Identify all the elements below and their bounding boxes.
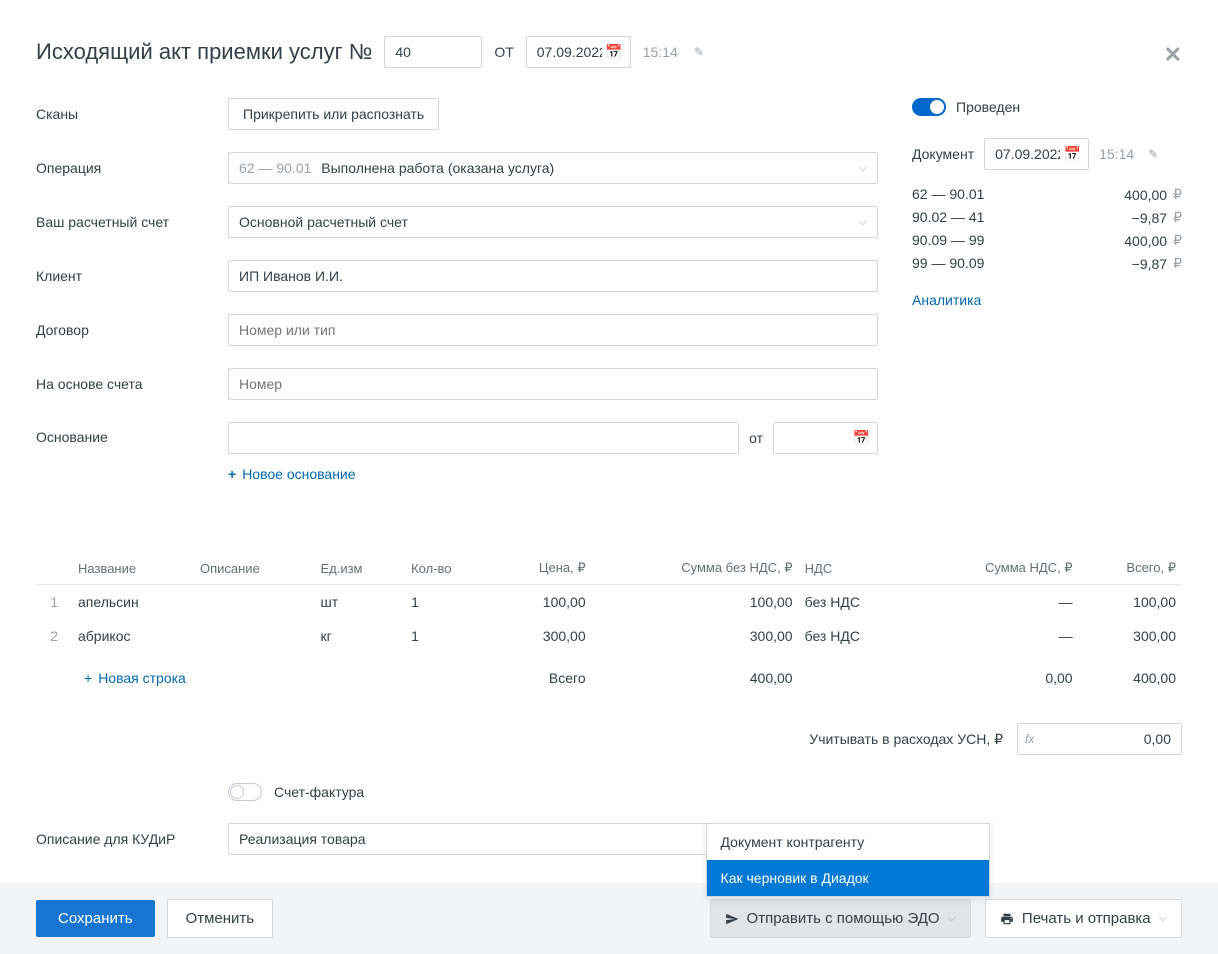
new-row-link[interactable]: + Новая строка — [78, 662, 192, 694]
side-doc-date-input[interactable] — [984, 138, 1089, 170]
chevron-down-icon: ⌵ — [948, 912, 956, 925]
client-label: Клиент — [36, 268, 228, 284]
chevron-down-icon: ⌵ — [859, 216, 867, 229]
ruble-icon: ₽ — [1173, 255, 1182, 272]
contract-label: Договор — [36, 322, 228, 338]
col-qty: Кол-во — [405, 552, 493, 585]
col-vat-sum: Сумма НДС, ₽ — [912, 552, 1079, 585]
operation-text: Выполнена работа (оказана услуга) — [321, 160, 554, 176]
send-edo-menu: Документ контрагенту Как черновик в Диад… — [706, 823, 990, 897]
cancel-button[interactable]: Отменить — [167, 899, 274, 938]
totals-vat-sum: 0,00 — [912, 653, 1079, 703]
col-name: Название — [72, 552, 194, 585]
from-label: ОТ — [494, 44, 513, 60]
col-sum-wo-vat: Сумма без НДС, ₽ — [592, 552, 799, 585]
page-header: Исходящий акт приемки услуг № ОТ 📅 15:14… — [36, 36, 1182, 68]
account-value: Основной расчетный счет — [239, 214, 859, 230]
client-input[interactable] — [228, 260, 878, 292]
sf-label: Счет-фактура — [274, 784, 364, 800]
menu-item-counterparty[interactable]: Документ контрагенту — [707, 824, 989, 860]
footer-bar: Сохранить Отменить Документ контрагенту … — [0, 883, 1218, 954]
paper-plane-icon — [725, 912, 739, 926]
posting-row: 99 — 90.09 −9,87₽ — [912, 255, 1182, 272]
plus-icon: + — [228, 466, 236, 482]
usn-input[interactable] — [1017, 723, 1182, 755]
basis-input[interactable] — [228, 422, 739, 454]
posted-toggle[interactable] — [912, 98, 946, 116]
scans-label: Сканы — [36, 106, 228, 122]
usn-label: Учитывать в расходах УСН, ₽ — [809, 731, 1003, 748]
save-button[interactable]: Сохранить — [36, 900, 155, 937]
ruble-icon: ₽ — [1173, 186, 1182, 203]
col-total: Всего, ₽ — [1079, 552, 1182, 585]
totals-sum-wo-vat: 400,00 — [592, 653, 799, 703]
col-unit: Ед.изм — [314, 552, 405, 585]
totals-label: Всего — [493, 653, 592, 703]
posting-row: 62 — 90.01 400,00₽ — [912, 186, 1182, 203]
send-edo-button[interactable]: Отправить с помощью ЭДО ⌵ — [710, 899, 971, 938]
print-send-button[interactable]: Печать и отправка ⌵ — [985, 899, 1182, 938]
doc-number-input[interactable] — [384, 36, 482, 68]
account-label: Ваш расчетный счет — [36, 214, 228, 230]
invoice-label: На основе счета — [36, 376, 228, 392]
doc-date-input[interactable] — [526, 36, 631, 68]
col-price: Цена, ₽ — [493, 552, 592, 585]
analytics-link[interactable]: Аналитика — [912, 292, 981, 308]
table-row[interactable]: 1 апельсин шт 1 100,00 100,00 без НДС — … — [36, 585, 1182, 620]
ruble-icon: ₽ — [1173, 209, 1182, 226]
col-desc: Описание — [194, 552, 315, 585]
menu-item-draft-diadoc[interactable]: Как черновик в Диадок — [707, 860, 989, 896]
col-vat: НДС — [799, 552, 912, 585]
basis-label: Основание — [36, 422, 228, 445]
printer-icon — [1000, 912, 1014, 926]
new-basis-link[interactable]: + Новое основание — [228, 466, 356, 482]
close-icon[interactable]: ✕ — [1164, 42, 1182, 68]
page-title: Исходящий акт приемки услуг № — [36, 39, 372, 65]
side-doc-label: Документ — [912, 146, 974, 162]
invoice-input[interactable] — [228, 368, 878, 400]
totals-total: 400,00 — [1079, 653, 1182, 703]
attach-scans-button[interactable]: Прикрепить или распознать — [228, 98, 439, 130]
postings-list: 62 — 90.01 400,00₽ 90.02 — 41 −9,87₽ 90.… — [912, 186, 1182, 272]
basis-date-input[interactable] — [773, 422, 878, 454]
posting-row: 90.09 — 99 400,00₽ — [912, 232, 1182, 249]
account-select[interactable]: Основной расчетный счет ⌵ — [228, 206, 878, 238]
invoice-sf-toggle[interactable] — [228, 783, 262, 801]
items-table: Название Описание Ед.изм Кол-во Цена, ₽ … — [36, 552, 1182, 703]
operation-label: Операция — [36, 160, 228, 176]
doc-time: 15:14 — [643, 44, 678, 60]
posted-label: Проведен — [956, 99, 1020, 115]
edit-time-icon[interactable]: ✎ — [694, 45, 704, 59]
basis-from-label: от — [749, 430, 763, 446]
side-doc-time: 15:14 — [1099, 146, 1134, 162]
kudir-label: Описание для КУДиР — [36, 831, 228, 847]
chevron-down-icon: ⌵ — [859, 162, 867, 175]
fx-icon: fx — [1025, 732, 1034, 746]
chevron-down-icon: ⌵ — [1159, 912, 1167, 925]
ruble-icon: ₽ — [1173, 232, 1182, 249]
operation-select[interactable]: 62 — 90.01 Выполнена работа (оказана усл… — [228, 152, 878, 184]
contract-input[interactable] — [228, 314, 878, 346]
table-row[interactable]: 2 абрикос кг 1 300,00 300,00 без НДС — 3… — [36, 619, 1182, 653]
operation-code: 62 — 90.01 — [239, 160, 311, 176]
edit-time-icon[interactable]: ✎ — [1148, 147, 1158, 161]
plus-icon: + — [84, 670, 92, 686]
posting-row: 90.02 — 41 −9,87₽ — [912, 209, 1182, 226]
